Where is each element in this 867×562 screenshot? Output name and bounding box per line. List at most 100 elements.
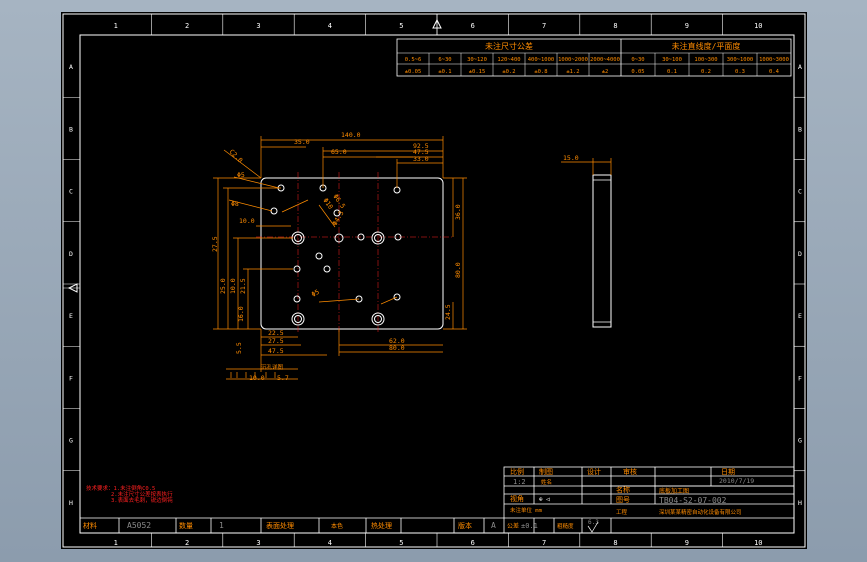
dim-33: 33.0: [413, 155, 429, 163]
ruler-col-bottom-5: 5: [399, 539, 403, 547]
note-line-2: 2.未注尺寸公差按表执行: [111, 490, 173, 498]
side-view: 15.0: [561, 154, 612, 328]
dim-25: 25.0: [219, 278, 227, 294]
tol-value-2: ±0.15: [469, 69, 486, 75]
dim-phi6-5: Φ6.5: [331, 193, 347, 210]
dim-24-5: 24.5: [444, 304, 452, 320]
tol-range-8: 30~100: [662, 57, 682, 63]
dim-5-7: 5.7: [277, 374, 289, 382]
ruler-col-bottom-2: 2: [185, 539, 189, 547]
tb-qty-value: 1: [219, 521, 224, 530]
ruler-col-bottom-6: 6: [471, 539, 475, 547]
ruler-row-right-G: G: [798, 437, 802, 445]
ruler-row-left-F: F: [69, 374, 73, 382]
tb-surface-value: 本色: [331, 522, 343, 530]
plate-outline: [260, 177, 444, 330]
tb-design-label: 设计: [587, 467, 601, 476]
tb-view-symbol: ⊕ ◁: [539, 496, 550, 503]
tb-project-label: 工程: [616, 508, 628, 516]
tol-range-1: 6~30: [438, 57, 451, 63]
ruler-col-top-4: 4: [328, 22, 332, 30]
dim-phi4-3: Φ4.3: [331, 209, 346, 227]
dim-phi5: Φ5: [310, 288, 321, 299]
tb-check-label: 审核: [623, 467, 637, 476]
tb-qty-label: 数量: [179, 521, 193, 530]
technical-notes: 技术要求：1.未注倒角C0.5 2.未注尺寸公差按表执行 3.表面去毛刺，锐边倒…: [86, 484, 173, 504]
dim-35: 35.0: [294, 138, 310, 146]
ruler-col-top-5: 5: [399, 22, 403, 30]
tb-surface-label: 表面处理: [266, 521, 294, 530]
ruler-col-bottom-4: 4: [328, 539, 332, 547]
ruler-col-top-8: 8: [613, 22, 617, 30]
detail-note: 沉孔详图: [261, 363, 284, 371]
tb-tolerance-value: ±0.1: [521, 522, 538, 530]
dim-22-5: 22.5: [268, 329, 284, 337]
ruler-col-top-2: 2: [185, 22, 189, 30]
tol-value-1: ±0.1: [438, 69, 451, 75]
tol-range-5: 1000~2000: [558, 57, 588, 63]
dim-80-v: 80.0: [454, 262, 462, 278]
dim-27-5: 27.5: [211, 236, 219, 252]
tol-value-0: ±0.05: [405, 69, 422, 75]
tb-name-value: 底板加工图: [659, 487, 689, 495]
dim-phi8: Φ8: [231, 200, 239, 208]
ruler-row-right-C: C: [798, 188, 802, 196]
dim-36: 36.0: [454, 204, 462, 220]
dim-27-5-b: 27.5: [268, 337, 284, 345]
ruler-col-top-1: 1: [114, 22, 118, 30]
tol-range-2: 30~120: [467, 57, 487, 63]
ruler-row-right-F: F: [798, 374, 802, 382]
ruler-row-right-E: E: [798, 312, 802, 320]
ruler-col-bottom-1: 1: [114, 539, 118, 547]
title-block-text: 比例 1:2 制图 姓名 设计 审核 日期 2010/7/19 视角 ⊕ ◁ 名…: [83, 467, 754, 530]
tb-tolerance-label: 公差: [507, 522, 519, 530]
tol-range-9: 100~300: [694, 57, 717, 63]
dim-47-5-b: 47.5: [268, 347, 284, 355]
dim-phi5-left: Φ5: [237, 171, 245, 179]
tb-roughness-label: 粗糙度: [557, 522, 574, 530]
note-line-1: 技术要求：1.未注倒角C0.5: [86, 484, 155, 492]
ruler-col-top-9: 9: [685, 22, 689, 30]
tb-drawn-label: 制图: [539, 467, 553, 476]
tb-version-label: 版本: [458, 521, 472, 530]
tb-name-label: 名称: [616, 485, 630, 494]
dim-c2: C2.0: [228, 148, 245, 165]
note-line-3: 3.表面去毛刺，锐边倒钝: [111, 496, 173, 504]
part-drawing: 140.0 92.5 35.0 65.0 47.5 33.0 C2.0 Φ5 Φ…: [211, 131, 467, 382]
tb-scale-value: 1:2: [513, 478, 526, 486]
tb-version-value: A: [491, 521, 496, 530]
tb-heat-label: 热处理: [371, 521, 392, 530]
dim-10-v: 10.0: [229, 278, 237, 294]
ruler-row-right-B: B: [798, 125, 802, 133]
tol-range-7: 0~30: [631, 57, 644, 63]
ruler-row-left-C: C: [69, 188, 73, 196]
tol-range-6: 2000~4000: [590, 57, 620, 63]
dim-10: 10.0: [239, 217, 255, 225]
inner-frame: [79, 34, 795, 534]
cad-viewport[interactable]: 1 1 2 2 3 3 4 4 5 5 6 6 7 7 8 8 9 9 10 10 A A B B C C D D E E F F G G H H 未…: [0, 0, 867, 562]
tol-value-5: ±1.2: [566, 69, 579, 75]
tb-view-label: 视角: [510, 494, 524, 503]
tolerance-title-right: 未注直线度/平面度: [672, 41, 741, 51]
ruler-row-left-G: G: [69, 437, 73, 445]
tb-material-label: 材料: [83, 521, 97, 530]
ruler-row-left-E: E: [69, 312, 73, 320]
dim-140: 140.0: [341, 131, 361, 139]
tb-drawing-no-value: TB04-S2-07-002: [659, 496, 727, 505]
tol-value-10: 0.3: [735, 69, 745, 75]
ruler-row-left-H: H: [69, 499, 73, 507]
drawing-svg: 1 1 2 2 3 3 4 4 5 5 6 6 7 7 8 8 9 9 10 10 A A B B C C D D E E F F G G H H 未…: [62, 13, 806, 548]
dim-5-5: 5.5: [235, 342, 243, 354]
ruler-col-bottom-10: 10: [754, 539, 762, 547]
ruler-col-bottom-8: 8: [613, 539, 617, 547]
ruler-row-right-A: A: [798, 63, 802, 71]
tol-range-3: 120~400: [497, 57, 520, 63]
dim-65: 65.0: [331, 148, 347, 156]
tb-scale-label: 比例: [510, 467, 524, 476]
dim-80-h: 80.0: [389, 344, 405, 352]
ruler-col-top-3: 3: [256, 22, 260, 30]
dim-10-b: 10.0: [249, 374, 265, 382]
tolerance-title-left: 未注尺寸公差: [485, 41, 533, 51]
tb-date-label: 日期: [721, 468, 735, 476]
ruler-row-left-B: B: [69, 125, 73, 133]
